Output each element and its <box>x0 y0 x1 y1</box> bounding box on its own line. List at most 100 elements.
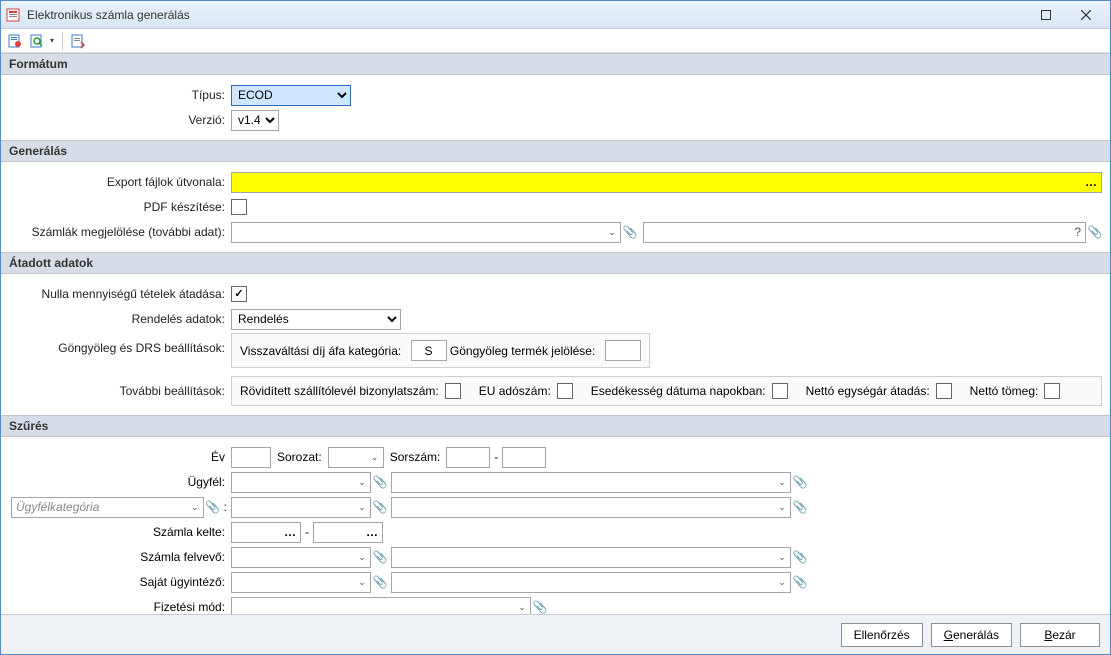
label-vissza: Visszaváltási díj áfa kategória: <box>240 344 401 358</box>
combo-ugyfelkat[interactable]: Ügyfélkategória⌄ <box>11 497 204 518</box>
label-mark: Számlák megjelölése (további adat): <box>9 225 231 239</box>
attach-ugyfelkat-name[interactable]: 📎 <box>793 500 807 514</box>
toolbar-btn-2-split: ▾ <box>27 31 57 51</box>
titlebar: Elektronikus számla generálás <box>1 1 1110 29</box>
app-icon <box>5 7 21 23</box>
checkbox-netto-egys[interactable] <box>936 383 952 399</box>
label-gongytermek: Göngyöleg termék jelölése: <box>450 344 595 358</box>
attach-ugyfel-code[interactable]: 📎 <box>373 475 387 489</box>
section-body-formatum: Típus: ECOD Verzió: v1.4 <box>1 75 1110 140</box>
section-header-generalas: Generálás <box>1 140 1110 162</box>
label-nulla: Nulla mennyiségű tételek átadása: <box>9 287 231 301</box>
help-mark[interactable]: ? <box>1070 225 1085 239</box>
input-gongytermek[interactable] <box>605 340 641 361</box>
combo-mark-2[interactable]: ? <box>643 222 1086 243</box>
combo-ugyfelkat-code[interactable]: ⌄ <box>231 497 371 518</box>
combo-ugyintezo-code[interactable]: ⌄ <box>231 572 371 593</box>
checkbox-eu[interactable] <box>557 383 573 399</box>
combo-ugyintezo-name[interactable]: ⌄ <box>391 572 791 593</box>
panel-tovabbi: Rövidített szállítólevél bizonylatszám: … <box>231 376 1102 406</box>
label-tovabbi-beall: További beállítások: <box>9 376 231 398</box>
toolbar-btn-3[interactable] <box>68 31 88 51</box>
label-ugyintezo: Saját ügyintéző: <box>9 575 231 589</box>
label-sorozat: Sorozat: <box>271 450 328 464</box>
input-ev[interactable] <box>231 447 271 468</box>
toolbar-btn-2-dropdown[interactable]: ▾ <box>47 36 57 45</box>
section-header-atadott: Átadott adatok <box>1 252 1110 274</box>
input-sorszam-to[interactable] <box>502 447 546 468</box>
input-sorszam-from[interactable] <box>446 447 490 468</box>
input-kelte-to[interactable]: … <box>313 522 383 543</box>
combo-ugyfelkat-name[interactable]: ⌄ <box>391 497 791 518</box>
combo-fizmod[interactable]: ⌄ <box>231 597 531 615</box>
attach-ugyintezo-name[interactable]: 📎 <box>793 575 807 589</box>
panel-gongyoleg: Visszaváltási díj áfa kategória: Göngyöl… <box>231 333 650 368</box>
label-esed: Esedékesség dátuma napokban: <box>591 384 766 398</box>
maximize-button[interactable] <box>1026 2 1066 28</box>
label-netto-tomeg: Nettó tömeg: <box>970 384 1039 398</box>
label-felvevo: Számla felvevő: <box>9 550 231 564</box>
colon-ugyfelkat: : <box>220 500 231 514</box>
label-netto-egys: Nettó egységár átadás: <box>806 384 930 398</box>
label-rovid: Rövidített szállítólevél bizonylatszám: <box>240 384 439 398</box>
label-export-path: Export fájlok útvonala: <box>9 175 231 189</box>
export-path-browse[interactable]: … <box>1081 175 1101 189</box>
input-vissza-afa[interactable] <box>411 340 447 361</box>
attach-ugyfel-name[interactable]: 📎 <box>793 475 807 489</box>
checkbox-pdf[interactable] <box>231 199 247 215</box>
input-kelte-from[interactable]: … <box>231 522 301 543</box>
checkbox-rovid[interactable] <box>445 383 461 399</box>
toolbar-separator <box>62 32 63 50</box>
toolbar-btn-2[interactable] <box>27 31 47 51</box>
dash-sorszam: - <box>490 450 502 464</box>
window-title: Elektronikus számla generálás <box>27 8 1026 22</box>
label-kelte: Számla kelte: <box>9 525 231 539</box>
select-verzio[interactable]: v1.4 <box>231 110 279 131</box>
label-rendeles: Rendelés adatok: <box>9 312 231 326</box>
checkbox-esed[interactable] <box>772 383 788 399</box>
attach-icon-mark-1[interactable]: 📎 <box>623 225 637 239</box>
section-header-formatum: Formátum <box>1 53 1110 75</box>
section-header-szures: Szűrés <box>1 415 1110 437</box>
checkbox-nulla[interactable] <box>231 286 247 302</box>
close-button[interactable] <box>1066 2 1106 28</box>
toolbar: ▾ <box>1 29 1110 53</box>
combo-felvevo-code[interactable]: ⌄ <box>231 547 371 568</box>
select-tipus[interactable]: ECOD <box>231 85 351 106</box>
attach-ugyintezo-code[interactable]: 📎 <box>373 575 387 589</box>
label-ev: Év <box>9 450 231 464</box>
attach-felvevo-name[interactable]: 📎 <box>793 550 807 564</box>
combo-ugyfel-name[interactable]: ⌄ <box>391 472 791 493</box>
attach-fizmod[interactable]: 📎 <box>533 600 547 614</box>
label-tipus: Típus: <box>9 88 231 102</box>
label-pdf: PDF készítése: <box>9 200 231 214</box>
section-body-generalas: Export fájlok útvonala: … PDF készítése:… <box>1 162 1110 252</box>
attach-felvevo-code[interactable]: 📎 <box>373 550 387 564</box>
button-bezar[interactable]: Bezár <box>1020 623 1100 647</box>
select-rendeles[interactable]: Rendelés <box>231 309 401 330</box>
toolbar-btn-1[interactable] <box>5 31 25 51</box>
section-body-szures: Év Sorozat: ⌄ Sorszám: - Ügyfél: ⌄ 📎 ⌄ 📎 <box>1 437 1110 614</box>
combo-mark-1[interactable]: ⌄ <box>231 222 621 243</box>
label-eu: EU adószám: <box>479 384 551 398</box>
attach-icon-mark-2[interactable]: 📎 <box>1088 225 1102 239</box>
input-export-path[interactable]: … <box>231 172 1102 193</box>
attach-ugyfelkat[interactable]: 📎 <box>206 500 220 514</box>
label-sorszam: Sorszám: <box>384 450 447 464</box>
button-generalas[interactable]: Generálás <box>931 623 1012 647</box>
combo-sorozat[interactable]: ⌄ <box>328 447 384 468</box>
dash-kelte: - <box>301 525 313 539</box>
content: Formátum Típus: ECOD Verzió: v1.4 Generá… <box>1 53 1110 614</box>
label-verzio: Verzió: <box>9 113 231 127</box>
section-body-atadott: Nulla mennyiségű tételek átadása: Rendel… <box>1 274 1110 415</box>
footer: Ellenőrzés Generálás Bezár <box>1 614 1110 654</box>
label-ugyfel: Ügyfél: <box>9 475 231 489</box>
attach-ugyfelkat-code[interactable]: 📎 <box>373 500 387 514</box>
combo-ugyfel-code[interactable]: ⌄ <box>231 472 371 493</box>
label-fizmod: Fizetési mód: <box>9 600 231 614</box>
checkbox-netto-tomeg[interactable] <box>1044 383 1060 399</box>
button-ellenorzes[interactable]: Ellenőrzés <box>841 623 923 647</box>
combo-felvevo-name[interactable]: ⌄ <box>391 547 791 568</box>
window: Elektronikus számla generálás ▾ Formátum <box>0 0 1111 655</box>
label-gongyoleg: Göngyöleg és DRS beállítások: <box>9 333 231 355</box>
